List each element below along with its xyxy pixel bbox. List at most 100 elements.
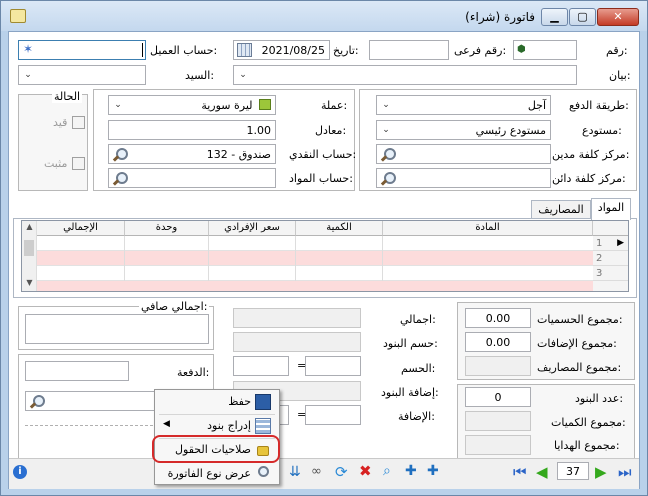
number-field[interactable]: ⬢ xyxy=(513,40,577,60)
menu-item-show-invoice-type[interactable]: عرض نوع الفاتورة xyxy=(157,463,277,485)
mr-field[interactable]: ⌄ xyxy=(18,65,146,85)
grid-cell[interactable] xyxy=(209,266,296,281)
next-record-icon[interactable]: ▶ xyxy=(595,463,607,481)
chevron-down-icon[interactable]: ⌄ xyxy=(378,97,394,113)
table-row[interactable] xyxy=(37,251,593,266)
table-row[interactable] xyxy=(37,266,593,281)
search-icon[interactable] xyxy=(379,147,396,163)
debit-cost-center-label: مركز كلفة مدين: xyxy=(552,148,630,161)
payment-account-field[interactable] xyxy=(25,391,157,411)
column-header-quantity[interactable]: الكمية xyxy=(296,221,383,236)
expenses-total-label: مجموع المصاريف: xyxy=(537,361,622,374)
chevron-down-icon[interactable]: ⌄ xyxy=(110,97,126,113)
statement-field[interactable]: ⌄ xyxy=(233,65,577,85)
additions-total-field: 0.00 xyxy=(465,332,531,352)
search-icon[interactable] xyxy=(28,394,45,410)
record-number-field[interactable]: 37 xyxy=(557,462,589,480)
grid-vertical-scrollbar[interactable]: ▲ ▼ xyxy=(22,221,37,291)
cash-account-field[interactable]: 132 - صندوق xyxy=(108,144,276,164)
grid-cell[interactable] xyxy=(209,236,296,251)
search-icon[interactable] xyxy=(111,171,128,187)
scroll-thumb[interactable] xyxy=(24,240,34,256)
table-row[interactable] xyxy=(37,281,593,291)
scroll-down-icon[interactable]: ▼ xyxy=(22,278,37,287)
credit-cost-center-field[interactable] xyxy=(376,168,551,188)
grid-cell[interactable] xyxy=(296,266,383,281)
new-icon[interactable]: ✚ xyxy=(427,463,439,479)
search-icon[interactable]: ⌕ xyxy=(383,463,391,479)
currency-select[interactable]: ⌄ ليرة سورية xyxy=(108,95,276,115)
column-header-unit-price[interactable]: سعر الإفرادي xyxy=(209,221,296,236)
maximize-icon: ▢ xyxy=(577,10,588,23)
first-record-icon[interactable]: ⏮ xyxy=(513,463,527,481)
grid-cell[interactable] xyxy=(125,251,209,266)
tab-materials[interactable]: المواد xyxy=(591,198,631,220)
posted-checkbox[interactable] xyxy=(72,116,85,129)
search-icon[interactable] xyxy=(111,147,128,163)
grid-cell[interactable] xyxy=(296,251,383,266)
delete-icon[interactable]: ✖ xyxy=(359,462,372,480)
sub-number-field[interactable] xyxy=(369,40,449,60)
grid-cell[interactable] xyxy=(296,236,383,251)
tab-expenses[interactable]: المصاريف xyxy=(531,200,591,220)
row-header-corner xyxy=(593,221,628,236)
refresh-icon[interactable]: ⟳ xyxy=(335,463,348,481)
favorite-star-icon[interactable]: ✶ xyxy=(23,42,33,56)
barcode-icon: ⬢ xyxy=(517,44,526,55)
chevron-down-icon[interactable]: ⌄ xyxy=(378,122,394,138)
chevron-down-icon[interactable]: ⌄ xyxy=(235,67,251,83)
discount-percent-field[interactable] xyxy=(233,356,289,376)
view-icon[interactable]: ∞ xyxy=(311,464,322,479)
grid-cell[interactable] xyxy=(37,236,125,251)
equals-sign: = xyxy=(297,359,307,372)
close-button[interactable]: ✕ xyxy=(597,8,639,26)
filter-down-icon[interactable]: ⇊ xyxy=(289,464,301,480)
table-row[interactable] xyxy=(37,236,593,251)
fixed-checkbox[interactable] xyxy=(72,157,85,170)
add-record-icon[interactable]: ✚ xyxy=(405,463,417,479)
debit-cost-center-field[interactable] xyxy=(376,144,551,164)
discount-value-field[interactable] xyxy=(305,356,361,376)
column-header-material[interactable]: المادة xyxy=(383,221,593,236)
date-field[interactable]: 2021/08/25 xyxy=(233,40,330,60)
grid-cell[interactable] xyxy=(125,266,209,281)
grid-cell[interactable] xyxy=(209,251,296,266)
info-icon[interactable]: i xyxy=(13,465,27,479)
previous-record-icon[interactable]: ◀ xyxy=(536,463,548,481)
row-number[interactable]: 1 ▶ xyxy=(593,236,628,251)
menu-item-insert-items[interactable]: ◀ إدراج بنود xyxy=(157,415,277,437)
date-value: 2021/08/25 xyxy=(261,44,325,57)
row-number[interactable] xyxy=(593,281,628,291)
statement-label: بيان: xyxy=(609,69,631,82)
warehouse-select[interactable]: ⌄ مستودع رئيسي xyxy=(376,120,551,140)
row-number[interactable]: 3 xyxy=(593,266,628,281)
payment-field[interactable] xyxy=(25,361,129,381)
items-count-label: عدد البنود: xyxy=(575,392,624,405)
materials-grid[interactable]: ▲ ▼ الإجمالي وحدة سعر الإفرادي الكمية ال… xyxy=(21,220,629,292)
rate-field[interactable]: 1.00 xyxy=(108,120,276,140)
payment-method-select[interactable]: ⌄ آجل xyxy=(376,95,551,115)
materials-account-field[interactable] xyxy=(108,168,276,188)
maximize-button[interactable]: ▢ xyxy=(569,8,596,26)
current-row-arrow-icon: ▶ xyxy=(617,238,624,248)
addition-value-field[interactable] xyxy=(305,405,361,425)
column-header-unit[interactable]: وحدة xyxy=(125,221,209,236)
menu-item-save[interactable]: حفظ xyxy=(157,391,277,413)
minimize-button[interactable]: ▁ xyxy=(541,8,568,26)
column-header-total[interactable]: الإجمالي xyxy=(37,221,125,236)
title-bar[interactable]: فاتورة (شراء) ▁ ▢ ✕ xyxy=(1,1,647,31)
chevron-down-icon[interactable]: ⌄ xyxy=(20,67,36,83)
grid-cell[interactable] xyxy=(125,236,209,251)
row-number[interactable]: 2 xyxy=(593,251,628,266)
menu-item-save-label: حفظ xyxy=(228,395,251,408)
scroll-up-icon[interactable]: ▲ xyxy=(22,222,37,231)
grid-cell[interactable] xyxy=(37,266,125,281)
search-icon[interactable] xyxy=(379,171,396,187)
last-record-icon[interactable]: ⏭ xyxy=(618,463,632,481)
net-total-field[interactable] xyxy=(25,314,209,344)
customer-account-field[interactable]: ✶ xyxy=(18,40,146,60)
row-number-text: 2 xyxy=(596,253,603,264)
cash-account-value: 132 - صندوق xyxy=(206,148,271,161)
grid-cell[interactable] xyxy=(37,251,125,266)
calendar-icon[interactable] xyxy=(237,43,252,57)
